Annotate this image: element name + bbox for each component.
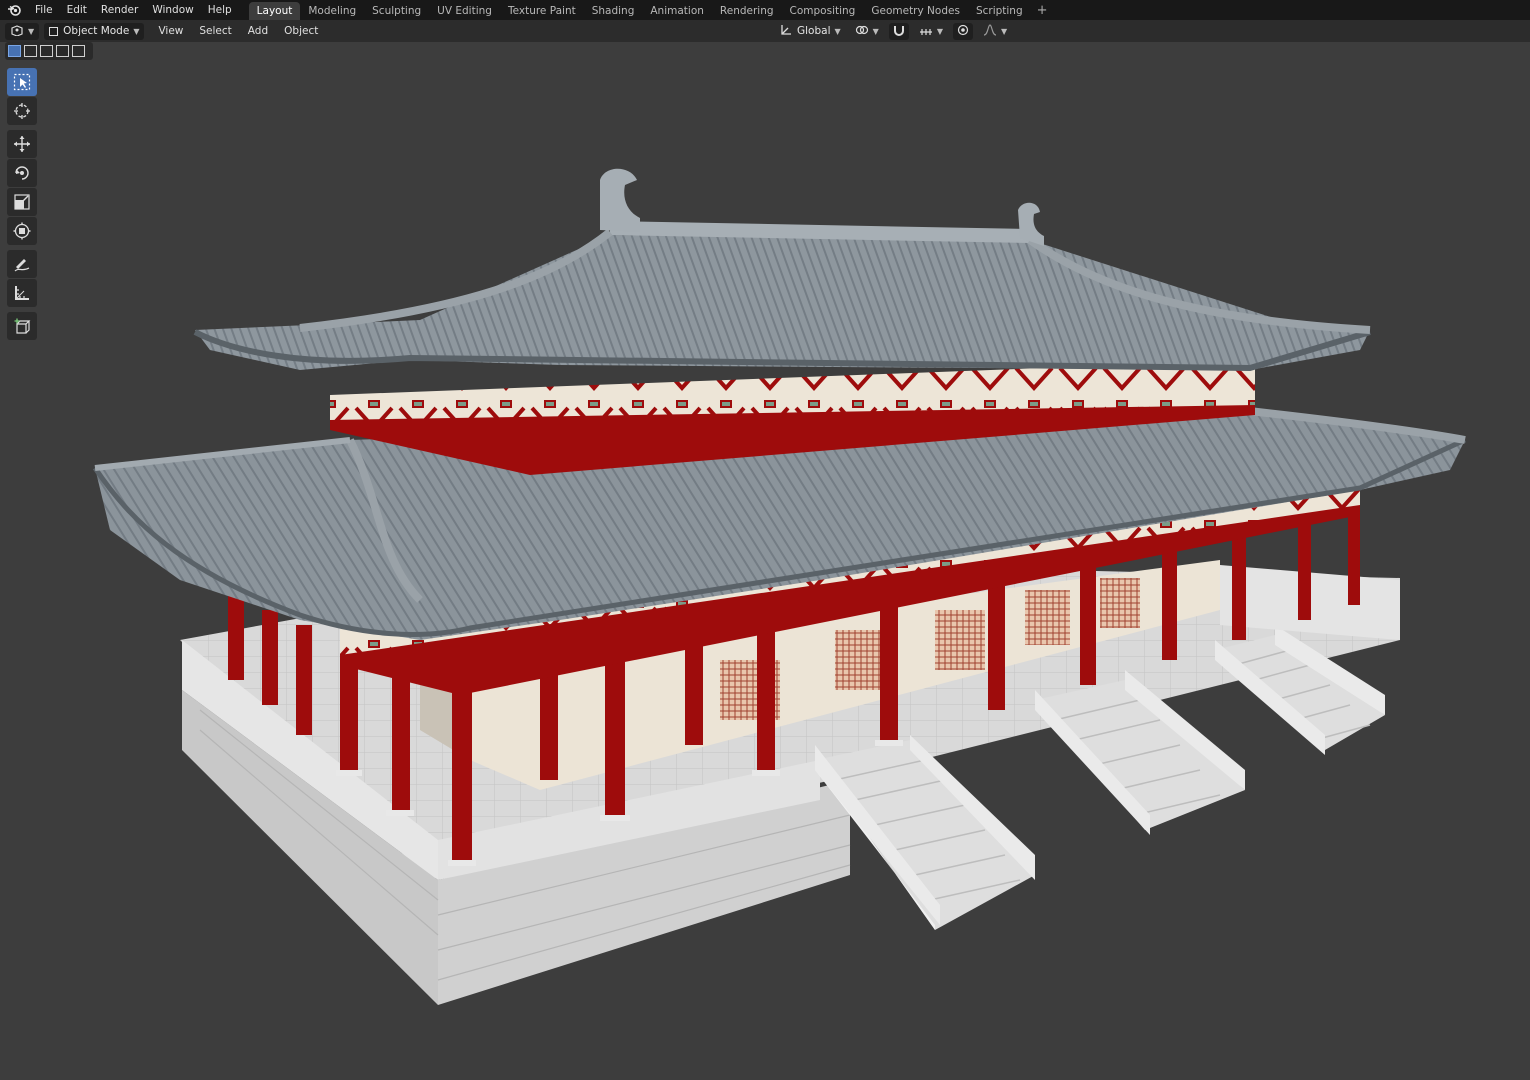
menu-help[interactable]: Help — [201, 0, 239, 20]
cursor-icon — [14, 103, 30, 119]
proportional-edit-toggle[interactable] — [952, 22, 973, 40]
chevron-down-icon: ▼ — [834, 26, 841, 36]
viewport-header: ▼ Object Mode ▼ View Select Add Object G… — [0, 20, 1530, 42]
chevron-down-icon: ▼ — [872, 26, 879, 36]
add-cube-icon — [14, 318, 31, 334]
move-tool[interactable] — [7, 130, 37, 158]
select-box-tool[interactable] — [7, 68, 37, 96]
menu-render[interactable]: Render — [94, 0, 145, 20]
top-menu-bar: File Edit Render Window Help Layout Mode… — [0, 0, 1530, 20]
scale-icon — [14, 194, 30, 210]
annotate-pencil-icon — [14, 259, 30, 272]
viewport-3d-scene[interactable] — [0, 42, 1530, 1080]
snap-increment-icon — [919, 24, 933, 39]
chevron-down-icon: ▼ — [28, 26, 35, 36]
tab-compositing[interactable]: Compositing — [782, 2, 864, 20]
chevron-down-icon: ▼ — [936, 26, 943, 36]
select-intersect-icon[interactable] — [72, 45, 85, 57]
magnet-icon — [893, 24, 905, 39]
upper-roof-ridge — [609, 221, 1031, 243]
tab-texture-paint[interactable]: Texture Paint — [500, 2, 584, 20]
tab-animation[interactable]: Animation — [642, 2, 712, 20]
transform-icon — [13, 222, 31, 240]
tab-shading[interactable]: Shading — [584, 2, 643, 20]
move-icon — [14, 136, 30, 152]
orientation-label: Global — [797, 25, 831, 37]
select-new-icon[interactable] — [8, 45, 21, 57]
measure-ruler-icon — [15, 286, 29, 300]
tool-shelf — [7, 68, 39, 341]
editor-type-button[interactable]: ▼ — [5, 22, 40, 40]
tab-modeling[interactable]: Modeling — [300, 2, 364, 20]
orientation-icon — [780, 24, 792, 39]
rotate-tool[interactable] — [7, 159, 37, 187]
viewport-editor-icon — [10, 24, 24, 39]
ridge-ornament-left — [600, 168, 640, 232]
tab-layout[interactable]: Layout — [248, 2, 301, 20]
orientation-dropdown[interactable]: Global ▼ — [776, 23, 845, 40]
tab-geometry-nodes[interactable]: Geometry Nodes — [863, 2, 968, 20]
tab-sculpting[interactable]: Sculpting — [364, 2, 429, 20]
menu-view[interactable]: View — [150, 25, 191, 37]
transform-tool[interactable] — [7, 217, 37, 245]
add-workspace-button[interactable]: + — [1031, 2, 1054, 20]
scale-tool[interactable] — [7, 188, 37, 216]
chevron-down-icon: ▼ — [1000, 26, 1008, 36]
select-extend-icon[interactable] — [24, 45, 37, 57]
falloff-dropdown[interactable]: ▼ — [979, 23, 1011, 40]
snap-toggle[interactable] — [888, 22, 909, 40]
menu-select[interactable]: Select — [191, 25, 239, 37]
menu-add[interactable]: Add — [240, 25, 276, 37]
tab-rendering[interactable]: Rendering — [712, 2, 782, 20]
falloff-curve-icon — [983, 23, 997, 39]
upper-roof — [195, 235, 1370, 370]
mode-label: Object Mode — [63, 25, 130, 37]
menu-file[interactable]: File — [28, 0, 60, 20]
workspace-tabs: Layout Modeling Sculpting UV Editing Tex… — [248, 0, 1054, 20]
menu-object[interactable]: Object — [276, 25, 326, 37]
annotate-tool[interactable] — [7, 250, 37, 278]
mode-dropdown[interactable]: Object Mode ▼ — [44, 22, 145, 40]
tab-scripting[interactable]: Scripting — [968, 2, 1031, 20]
stair-flight-2 — [1035, 670, 1245, 835]
tab-uv-editing[interactable]: UV Editing — [429, 2, 500, 20]
menu-edit[interactable]: Edit — [60, 0, 94, 20]
pivot-icon — [855, 24, 869, 39]
rotate-icon — [15, 166, 29, 180]
select-box-icon — [13, 73, 31, 91]
pivot-dropdown[interactable]: ▼ — [851, 23, 883, 40]
blender-logo-icon[interactable] — [0, 0, 28, 20]
selection-mode-buttons — [5, 42, 93, 60]
select-invert-icon[interactable] — [56, 45, 69, 57]
snap-target-dropdown[interactable]: ▼ — [915, 23, 947, 40]
chevron-down-icon: ▼ — [133, 26, 140, 36]
measure-tool[interactable] — [7, 279, 37, 307]
transform-controls: Global ▼ ▼ ▼ ▼ — [776, 22, 1017, 40]
object-mode-icon — [49, 26, 59, 36]
menu-window[interactable]: Window — [145, 0, 200, 20]
add-cube-tool[interactable] — [7, 312, 37, 340]
proportional-edit-icon — [957, 24, 969, 39]
select-subtract-icon[interactable] — [40, 45, 53, 57]
cursor-tool[interactable] — [7, 97, 37, 125]
